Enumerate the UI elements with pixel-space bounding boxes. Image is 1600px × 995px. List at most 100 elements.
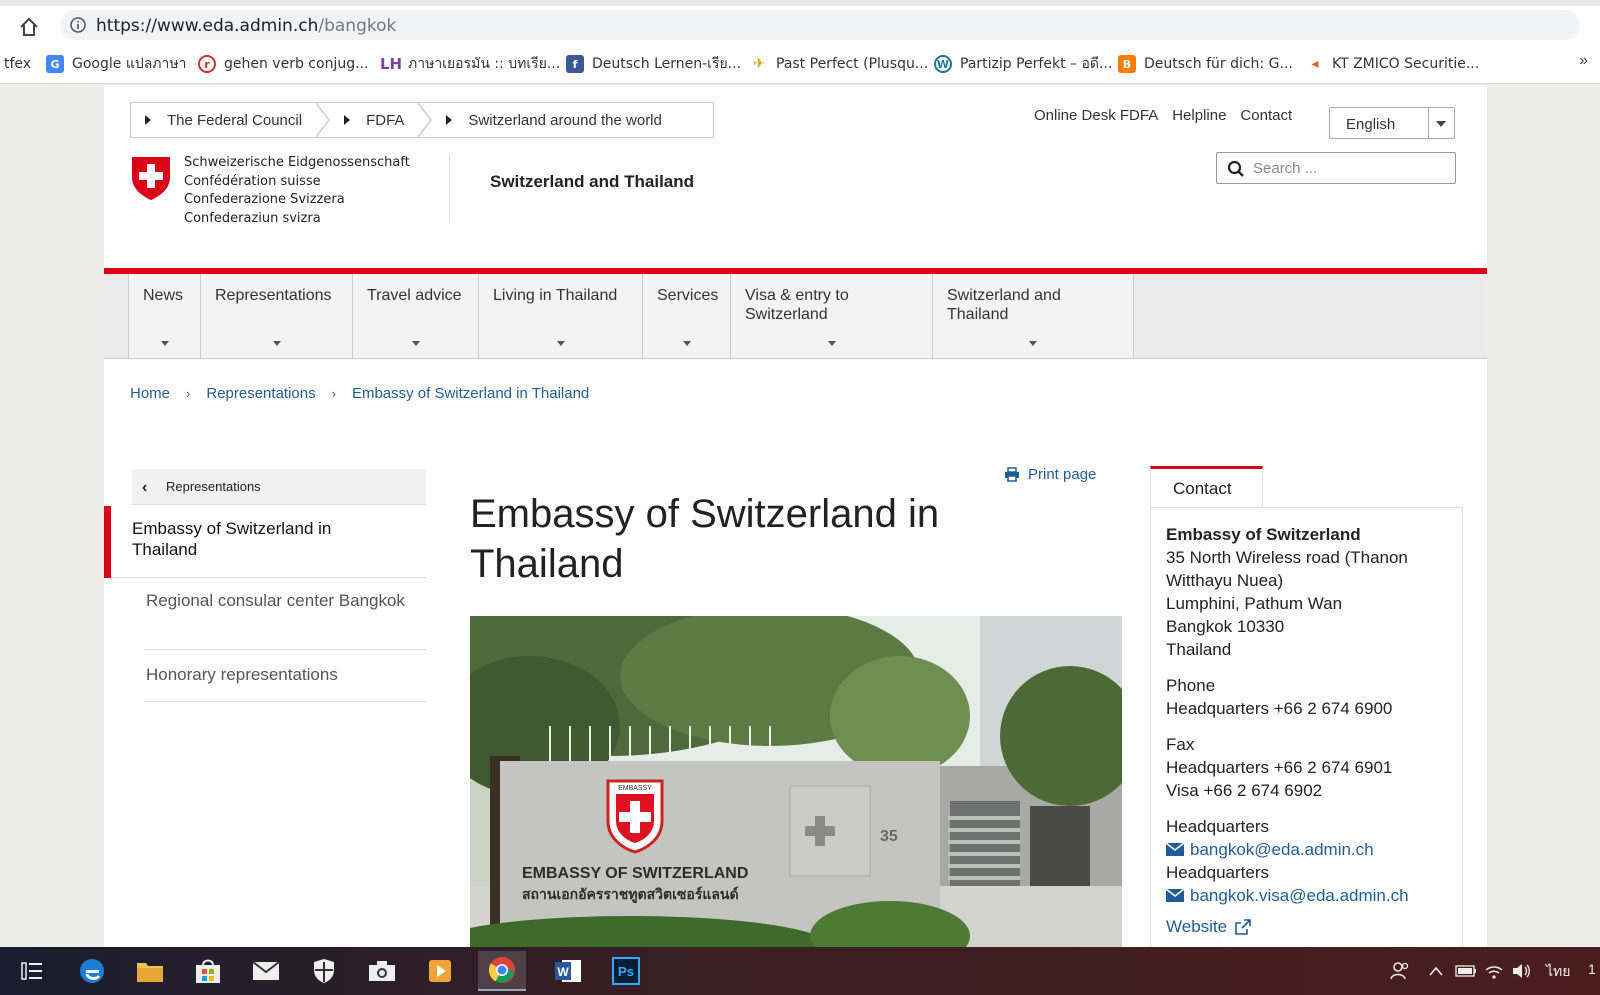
windows-taskbar: W Ps ไทย 1 [0,947,1600,995]
search-icon[interactable] [1227,160,1245,178]
tab-contact[interactable]: Contact [1150,466,1263,508]
subnav-item-embassy[interactable]: Embassy of Switzerland in Thailand [104,506,426,578]
nav-news[interactable]: News [128,274,200,358]
breadcrumb-embassy[interactable]: Embassy of Switzerland in Thailand [352,385,589,402]
web-page: The Federal Council FDFA Switzerland aro… [104,85,1487,947]
media-player-icon[interactable] [424,955,456,987]
photoshop-icon[interactable]: Ps [610,955,642,987]
facebook-icon: f [566,55,584,73]
external-link-icon [1235,918,1251,935]
address-line: 35 North Wireless road (Thanon Witthayu … [1166,548,1408,590]
email-label: Headquarters [1166,817,1270,836]
sign-thai: สถานเอกอัครราชทูตสวิตเซอร์แลนด์ [522,886,739,903]
blogger-icon: B [1118,55,1136,73]
nav-travel-advice[interactable]: Travel advice [352,274,478,358]
breadcrumb: Home › Representations › Embassy of Swit… [130,385,589,402]
top-crumb-federal-council[interactable]: The Federal Council [131,103,316,137]
main-navigation: News Representations Travel advice Livin… [104,274,1487,359]
helpline-link[interactable]: Helpline [1172,107,1226,124]
bookmark-kt-zmico[interactable]: ◂ KT ZMICO Securitie... [1306,52,1479,76]
breadcrumb-home[interactable]: Home [130,385,170,402]
caret-down-icon [682,341,691,346]
triangle-right-icon [344,115,351,125]
embassy-photo: 35 EMBASSY EMBASSY OF SWITZERLAND สถานเอ… [470,616,1122,947]
nav-visa-entry[interactable]: Visa & entry to Switzerland [730,274,932,358]
shield-icon[interactable] [308,955,340,987]
crumb-separator [315,102,331,138]
more-bookmarks-button[interactable]: » [1579,52,1588,70]
online-desk-link[interactable]: Online Desk FDFA [1034,107,1158,124]
clock[interactable]: 1 [1588,961,1596,977]
triangle-right-icon [446,115,453,125]
task-view-icon[interactable] [16,955,48,987]
word-icon[interactable]: W [552,955,584,987]
subnav-item-regional-consular[interactable]: Regional consular center Bangkok [144,578,426,650]
contact-name: Embassy of Switzerland [1166,525,1361,544]
nav-services[interactable]: Services [642,274,730,358]
reverso-icon: r [198,55,216,73]
lh-icon: LH [379,55,403,73]
bookmark-tfex[interactable]: tfex [4,52,31,76]
chrome-icon[interactable] [478,951,526,991]
svg-text:W: W [557,965,569,979]
language-select[interactable]: English [1329,107,1455,139]
bookmark-partizip[interactable]: W Partizip Perfekt – อดี... [934,52,1112,76]
email-link-visa[interactable]: bangkok.visa@eda.admin.ch [1166,884,1456,907]
header-divider [449,155,450,223]
website-link[interactable]: Website [1166,915,1456,938]
fax-visa: Visa +66 2 674 6902 [1166,781,1323,800]
nav-representations[interactable]: Representations [200,274,352,358]
swiss-coat-of-arms-logo[interactable] [130,155,172,201]
caret-down-icon [1029,341,1037,346]
nav-switzerland-thailand[interactable]: Switzerland and Thailand [932,274,1134,358]
contact-link[interactable]: Contact [1240,107,1292,124]
home-icon[interactable] [18,16,40,38]
bookmark-google-translate[interactable]: G Google แปลภาษา [46,52,187,76]
file-explorer-icon[interactable] [134,955,166,987]
top-crumb-around-world[interactable]: Switzerland around the world [432,103,675,137]
wordpress-icon: W [934,55,952,73]
crumb-separator [417,102,433,138]
fax-hq: Headquarters +66 2 674 6901 [1166,758,1393,777]
phone-number: Headquarters +66 2 674 6900 [1166,699,1393,718]
info-icon[interactable] [70,17,86,33]
chevron-down-icon[interactable] [1428,108,1454,138]
camera-icon[interactable] [366,955,398,987]
active-indicator [104,506,111,578]
google-translate-icon: G [46,55,64,73]
building-number: 35 [880,828,898,845]
input-language-indicator[interactable]: ไทย [1546,961,1570,983]
store-icon[interactable] [192,955,224,987]
chevron-up-icon[interactable] [1420,955,1452,987]
edge-icon[interactable] [76,955,108,987]
svg-text:Ps: Ps [618,964,634,979]
mail-icon[interactable] [250,955,282,987]
breadcrumb-representations[interactable]: Representations [206,385,315,402]
address-line: Lumphini, Pathum Wan [1166,594,1343,613]
bookmark-reverso[interactable]: r gehen verb conjug... [198,52,368,76]
nav-living-in-thailand[interactable]: Living in Thailand [478,274,642,358]
caret-down-icon [556,341,565,346]
chevron-right-icon: › [331,386,336,401]
email-label: Headquarters [1166,863,1270,882]
subnav-item-honorary[interactable]: Honorary representations [144,650,426,702]
people-icon[interactable] [1384,955,1416,987]
chevron-left-icon: ‹ [142,479,148,496]
bookmark-past-perfect[interactable]: ✈ Past Perfect (Plusqu... [750,52,928,76]
bookmark-lh[interactable]: LH ภาษาเยอรมัน :: บทเรีย... [379,52,560,76]
top-crumb-fdfa[interactable]: FDFA [330,103,418,137]
phone-label: Phone [1166,676,1216,695]
subnav-back-representations[interactable]: ‹ Representations [132,469,426,505]
caret-down-icon [827,341,836,346]
search-input[interactable] [1253,158,1449,178]
url-field[interactable]: https://www.eda.admin.ch/bangkok [60,10,1580,40]
volume-icon[interactable] [1506,955,1538,987]
envelope-icon [1166,843,1184,856]
confederation-names: Schweizerische Eidgenossenschaft Confédé… [184,155,410,226]
page-title: Embassy of Switzerland in Thailand [470,492,940,586]
bookmark-facebook[interactable]: f Deutsch Lernen-เรีย... [566,52,741,76]
email-link-bangkok[interactable]: bangkok@eda.admin.ch [1166,838,1456,861]
bookmark-blogger[interactable]: B Deutsch für dich: G... [1118,52,1293,76]
print-page-button[interactable]: Print page [1004,466,1096,483]
site-title[interactable]: Switzerland and Thailand [490,172,694,192]
